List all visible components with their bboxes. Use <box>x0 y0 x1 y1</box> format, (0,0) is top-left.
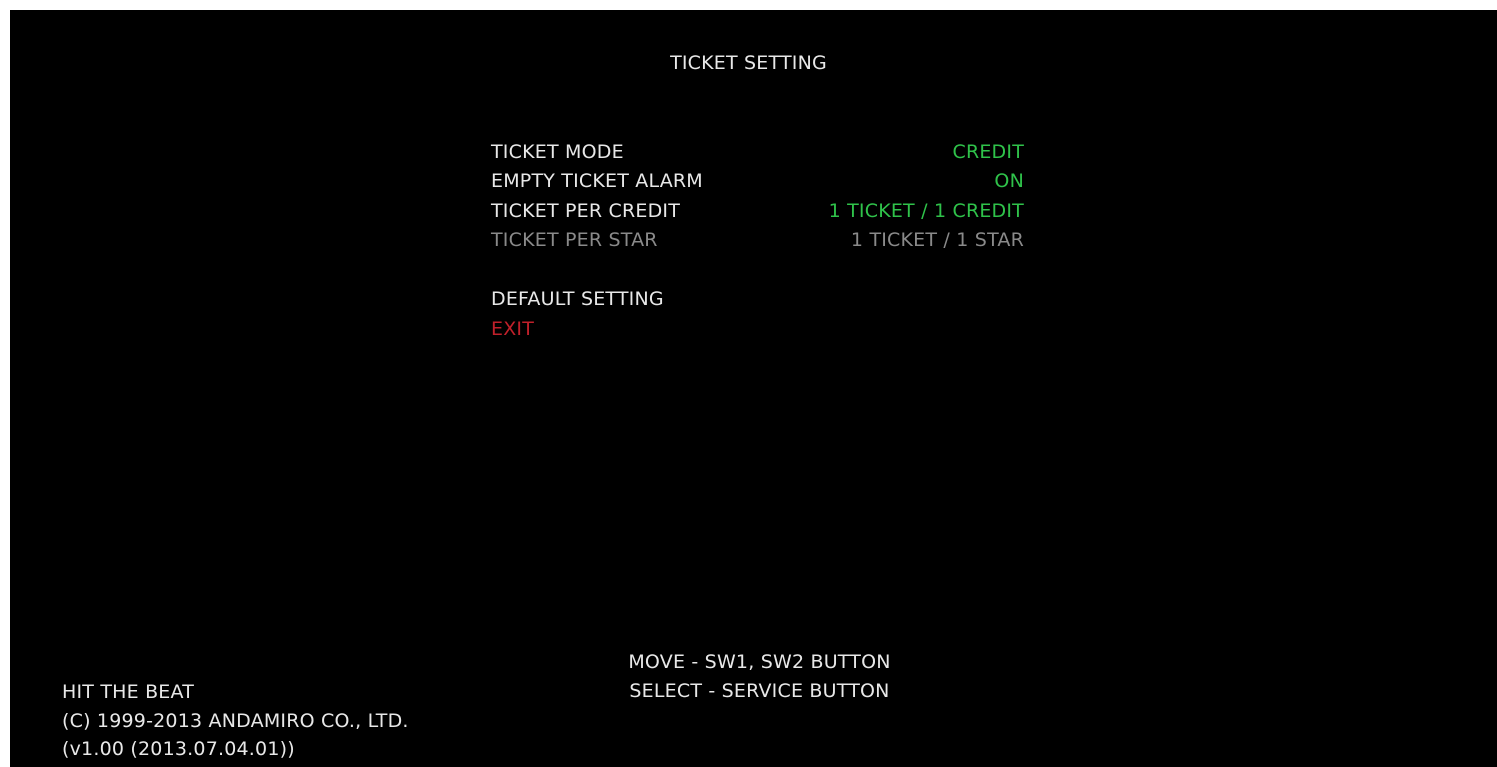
move-hint: MOVE - SW1, SW2 BUTTON <box>628 651 891 673</box>
page-title: TICKET SETTING <box>670 52 827 74</box>
menu-item-ticket-per-star: TICKET PER STAR <box>491 229 658 251</box>
select-hint: SELECT - SERVICE BUTTON <box>629 680 890 702</box>
ticket-per-star-value: 1 TICKET / 1 STAR <box>850 229 1024 251</box>
menu-item-ticket-per-credit[interactable]: TICKET PER CREDIT <box>491 196 680 226</box>
menu-item-empty-ticket-alarm[interactable]: EMPTY TICKET ALARM <box>491 166 703 196</box>
menu-item-ticket-mode[interactable]: TICKET MODE <box>491 137 624 167</box>
game-name: HIT THE BEAT <box>62 681 195 703</box>
menu-item-exit[interactable]: EXIT <box>491 314 534 344</box>
ticket-mode-value[interactable]: CREDIT <box>952 137 1024 167</box>
empty-ticket-alarm-value[interactable]: ON <box>994 166 1024 196</box>
version-text: (v1.00 (2013.07.04.01)) <box>62 738 295 760</box>
menu-item-default-setting[interactable]: DEFAULT SETTING <box>491 284 664 314</box>
copyright-text: (C) 1999-2013 ANDAMIRO CO., LTD. <box>62 710 409 732</box>
ticket-per-credit-value[interactable]: 1 TICKET / 1 CREDIT <box>829 196 1024 226</box>
